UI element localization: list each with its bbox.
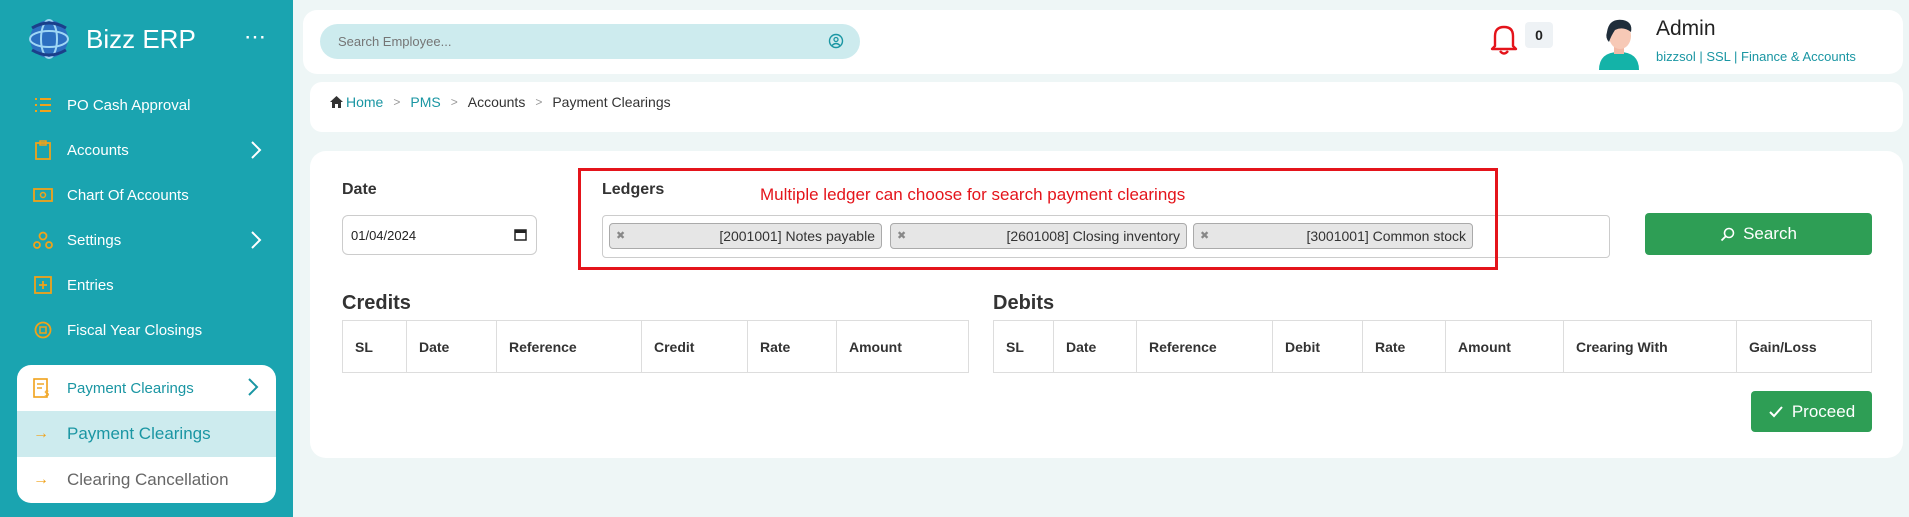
column-header: Reference (496, 320, 642, 373)
date-label: Date (342, 181, 377, 198)
calendar-icon[interactable] (514, 228, 527, 241)
column-header: SL (993, 320, 1054, 373)
more-menu-icon[interactable]: ⋯ (244, 24, 267, 50)
column-header: Date (406, 320, 497, 373)
user-circle-icon[interactable] (828, 33, 844, 49)
sidebar-item-settings[interactable]: Settings (33, 225, 263, 255)
column-header: SL (342, 320, 407, 373)
column-header: Gain/Loss (1736, 320, 1872, 373)
breadcrumb-separator-icon: > (450, 95, 458, 109)
column-header: Rate (1362, 320, 1446, 373)
sidebar-item-label: Entries (67, 276, 114, 294)
date-value: 01/04/2024 (351, 227, 417, 243)
column-header: Credit (641, 320, 748, 373)
breadcrumb: Home > PMS > Accounts > Payment Clearing… (330, 94, 671, 110)
breadcrumb-pms[interactable]: PMS (410, 94, 440, 110)
search-button-label: Search (1743, 224, 1797, 243)
search-icon (1720, 227, 1735, 241)
check-icon (1769, 405, 1783, 417)
annotation-highlight-box (578, 168, 1498, 270)
breadcrumb-bar: Home > PMS > Accounts > Payment Clearing… (310, 82, 1903, 132)
chevron-right-icon (251, 231, 262, 249)
sidebar-item-chart-of-accounts[interactable]: Chart Of Accounts (33, 180, 263, 210)
column-header: Reference (1136, 320, 1273, 373)
sidebar-item-po-cash-approval[interactable]: PO Cash Approval (33, 90, 263, 120)
table-header-row: SL Date Reference Debit Rate Amount Crea… (993, 320, 1872, 373)
list-icon (33, 95, 53, 115)
column-header: Rate (747, 320, 837, 373)
submenu-item-label: Clearing Cancellation (67, 470, 229, 489)
column-header: Crearing With (1563, 320, 1737, 373)
breadcrumb-current: Payment Clearings (552, 94, 671, 110)
user-org: bizzsol | SSL | Finance & Accounts (1656, 49, 1856, 64)
money-icon (33, 185, 53, 205)
table-header-row: SL Date Reference Credit Rate Amount (342, 320, 969, 373)
notification-count[interactable]: 0 (1525, 22, 1553, 48)
avatar[interactable] (1593, 14, 1645, 70)
employee-search (320, 24, 860, 59)
user-name[interactable]: Admin (1656, 17, 1716, 41)
sidebar-item-label: PO Cash Approval (67, 96, 191, 114)
proceed-button-label: Proceed (1791, 401, 1856, 421)
employee-search-input[interactable] (338, 34, 818, 49)
home-icon (330, 96, 343, 108)
nodes-icon (33, 230, 53, 250)
breadcrumb-home[interactable]: Home (346, 94, 383, 110)
search-button[interactable]: Search (1645, 213, 1872, 255)
submenu-item-clearing-cancellation[interactable]: → Clearing Cancellation (17, 457, 276, 503)
proceed-button[interactable]: Proceed (1751, 391, 1872, 432)
circle-square-icon (33, 320, 53, 340)
sidebar-item-label: Chart Of Accounts (67, 186, 189, 204)
sidebar: Bizz ERP ⋯ PO Cash Approval Accounts Cha… (0, 0, 293, 517)
arrow-right-icon: → (33, 425, 49, 442)
brand[interactable]: Bizz ERP (26, 16, 196, 62)
date-field[interactable]: 01/04/2024 (342, 215, 537, 255)
submenu-item-label: Payment Clearings (67, 424, 211, 443)
bell-icon[interactable] (1489, 22, 1519, 56)
chevron-right-icon (251, 141, 262, 159)
submenu-item-payment-clearings[interactable]: → Payment Clearings (17, 411, 276, 457)
plus-square-icon (33, 275, 53, 295)
invoice-icon: $ (33, 378, 53, 398)
sidebar-item-label: Settings (67, 231, 122, 249)
column-header: Date (1053, 320, 1137, 373)
credits-title: Credits (342, 292, 411, 314)
breadcrumb-separator-icon: > (535, 95, 543, 109)
annotation-text: Multiple ledger can choose for search pa… (760, 185, 1186, 204)
svg-text:$: $ (44, 389, 50, 398)
submenu-payment-clearings: $ Payment Clearings → Payment Clearings … (17, 365, 276, 503)
sidebar-item-label: Accounts (67, 141, 129, 159)
sidebar-item-payment-clearings[interactable]: $ Payment Clearings (17, 365, 276, 411)
sidebar-item-entries[interactable]: Entries (33, 270, 263, 300)
brand-name: Bizz ERP (86, 23, 196, 54)
column-header: Amount (1445, 320, 1564, 373)
column-header: Debit (1272, 320, 1363, 373)
chevron-right-icon (248, 378, 259, 396)
submenu-title: Payment Clearings (67, 379, 194, 397)
sidebar-item-accounts[interactable]: Accounts (33, 135, 263, 165)
globe-logo-icon (29, 19, 69, 59)
debits-title: Debits (993, 292, 1055, 314)
column-header: Amount (836, 320, 969, 373)
sidebar-item-label: Fiscal Year Closings (67, 321, 203, 339)
breadcrumb-separator-icon: > (393, 95, 401, 109)
breadcrumb-accounts: Accounts (467, 94, 526, 110)
payment-clearings-panel: Date 01/04/2024 Ledgers ✖ [2001001] Note… (310, 151, 1903, 458)
topbar: 0 Admin bizzsol | SSL | Finance & Accoun… (303, 10, 1903, 74)
credits-table: SL Date Reference Credit Rate Amount (342, 320, 969, 373)
arrow-right-icon: → (33, 471, 49, 488)
clipboard-icon (33, 140, 53, 160)
debits-table: SL Date Reference Debit Rate Amount Crea… (993, 320, 1872, 373)
sidebar-item-fiscal-year-closings[interactable]: Fiscal Year Closings (33, 315, 263, 345)
